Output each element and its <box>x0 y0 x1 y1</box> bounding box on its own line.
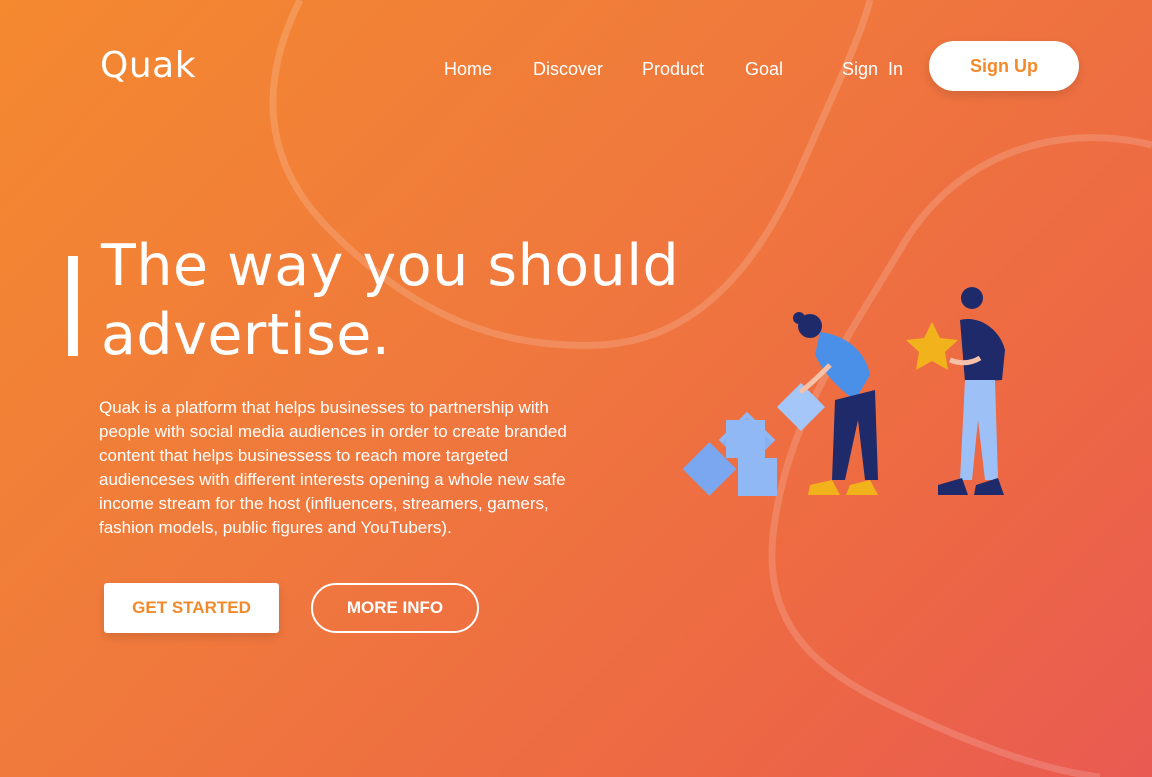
nav-item-product[interactable]: Product <box>642 58 704 80</box>
get-started-button[interactable]: GET STARTED <box>104 583 279 633</box>
hero-headline-line1: The way you should <box>101 233 680 299</box>
star-icon <box>906 322 958 370</box>
hero-headline-line2: advertise. <box>101 302 391 368</box>
nav-item-goal[interactable]: Goal <box>745 58 783 80</box>
nav-item-home[interactable]: Home <box>444 58 492 80</box>
box-icon <box>682 382 826 496</box>
sign-up-button[interactable]: Sign Up <box>929 41 1079 91</box>
headline-accent-bar <box>68 256 78 356</box>
nav-item-discover[interactable]: Discover <box>533 58 603 80</box>
sign-in-link[interactable]: Sign In <box>842 58 903 80</box>
hero-headline: The way you should advertise. <box>101 232 721 370</box>
person-holding-star <box>938 287 1005 495</box>
more-info-button[interactable]: MORE INFO <box>311 583 479 633</box>
hero-description: Quak is a platform that helps businesses… <box>99 398 567 537</box>
hero-illustration <box>682 287 1005 496</box>
brand-logo[interactable]: Quak <box>100 44 196 88</box>
